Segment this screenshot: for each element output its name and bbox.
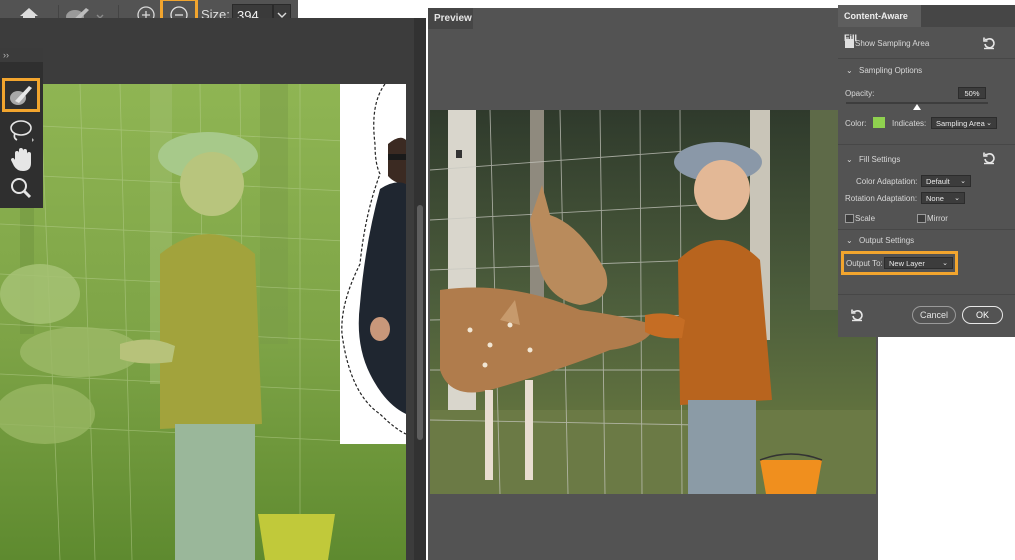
output-to-dropdown[interactable]: New Layer ⌄ xyxy=(884,257,953,269)
reset-fill-settings-icon[interactable] xyxy=(982,151,996,165)
chevron-down-icon: ⌄ xyxy=(954,195,960,202)
sampling-options-heading[interactable]: Sampling Options xyxy=(859,66,922,75)
indicates-label: Indicates: xyxy=(892,119,927,128)
reset-all-icon[interactable] xyxy=(850,308,864,322)
hand-tool-icon[interactable] xyxy=(5,146,37,174)
color-label: Color: xyxy=(845,119,867,128)
show-sampling-area-label: Show Sampling Area xyxy=(855,39,930,48)
output-to-value: New Layer xyxy=(889,259,925,268)
chevron-down-icon: ⌄ xyxy=(942,260,948,267)
scale-checkbox[interactable] xyxy=(845,214,854,223)
output-to-label: Output To: xyxy=(846,259,883,268)
opacity-slider-thumb[interactable] xyxy=(913,104,921,110)
color-adaptation-label: Color Adaptation: xyxy=(856,177,918,186)
chevron-down-icon: ⌄ xyxy=(960,178,966,185)
output-settings-heading[interactable]: Output Settings xyxy=(859,236,914,245)
mirror-checkbox[interactable] xyxy=(917,214,926,223)
overlay-color-swatch[interactable] xyxy=(873,117,885,128)
rotation-adaptation-label: Rotation Adaptation: xyxy=(845,194,918,203)
chevron-down-icon[interactable]: ⌄ xyxy=(846,66,853,75)
tab-preview[interactable]: Preview xyxy=(428,8,473,29)
color-adaptation-value: Default xyxy=(926,177,950,186)
indicates-value: Sampling Area xyxy=(936,119,985,128)
preview-image[interactable] xyxy=(430,110,876,494)
excluded-area xyxy=(340,84,406,444)
show-sampling-area-checkbox[interactable] xyxy=(845,39,854,48)
indicates-dropdown[interactable]: Sampling Area ⌄ xyxy=(931,117,997,129)
rotation-adaptation-value: None xyxy=(926,194,944,203)
opacity-label: Opacity: xyxy=(845,89,875,98)
ok-button[interactable]: OK xyxy=(962,306,1003,324)
tab-content-aware-fill[interactable]: Content-Aware Fill xyxy=(838,5,921,43)
zoom-tool-icon[interactable] xyxy=(5,174,37,202)
chevron-down-icon[interactable]: ⌄ xyxy=(846,155,853,164)
reset-sampling-icon[interactable] xyxy=(982,36,996,50)
chevron-down-icon: ⌄ xyxy=(986,120,992,127)
opacity-input[interactable]: 50% xyxy=(958,87,986,99)
cancel-button[interactable]: Cancel xyxy=(912,306,956,324)
lasso-tool-icon[interactable] xyxy=(5,116,37,144)
fill-settings-heading[interactable]: Fill Settings xyxy=(859,155,900,164)
chevron-down-icon[interactable]: ⌄ xyxy=(846,236,853,245)
color-adaptation-dropdown[interactable]: Default ⌄ xyxy=(921,175,971,187)
rotation-adaptation-dropdown[interactable]: None ⌄ xyxy=(921,192,965,204)
sampling-brush-tool-button[interactable] xyxy=(2,78,40,112)
mirror-label: Mirror xyxy=(927,214,948,223)
scrollbar-thumb[interactable] xyxy=(417,205,423,440)
tool-panel-expand[interactable]: ›› xyxy=(0,48,43,62)
scale-label: Scale xyxy=(855,214,876,223)
content-aware-fill-panel xyxy=(838,5,1015,337)
